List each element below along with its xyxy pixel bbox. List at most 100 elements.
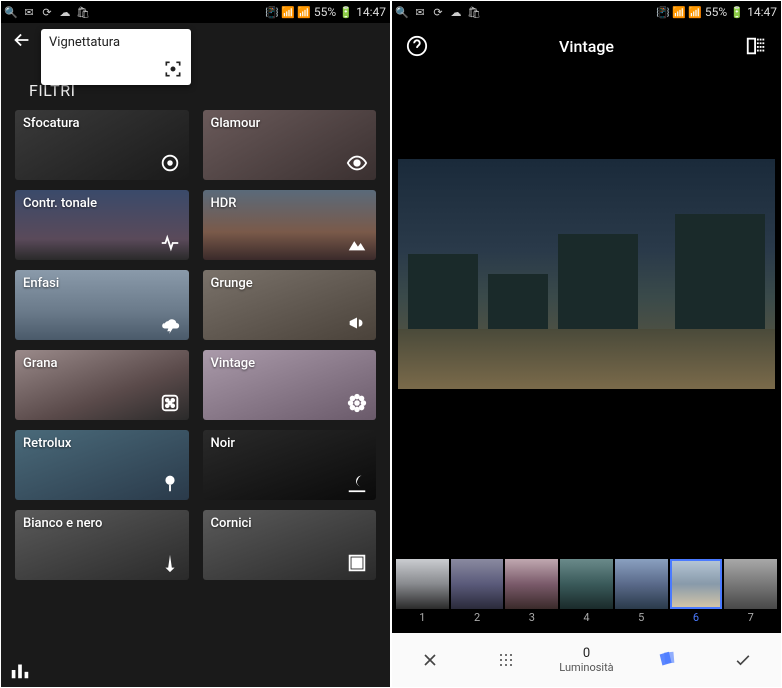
filter-tile-glamour[interactable]: Glamour (203, 110, 377, 180)
grid-button[interactable] (484, 638, 528, 682)
filter-label: Retrolux (23, 436, 181, 451)
focus-frame-icon (163, 59, 183, 79)
preset-swatch (615, 559, 668, 609)
filter-tile-cornici[interactable]: Cornici (203, 510, 377, 580)
help-button[interactable] (406, 35, 428, 57)
preset-number: 6 (693, 611, 699, 624)
adjust-label: Luminosità (559, 661, 613, 674)
battery-text: 55% (705, 5, 727, 19)
wifi-icon: 📶 (282, 6, 294, 18)
image-preview[interactable] (398, 159, 775, 389)
clock-text: 14:47 (747, 5, 777, 19)
battery-text: 55% (314, 5, 336, 19)
status-bar: 🔍 ✉ ⟳ ☁ 🛍 📳 📶 📶 55% 🔋 14:47 (1, 1, 390, 23)
preset-number: 1 (419, 611, 425, 624)
wifi-icon: 📶 (673, 6, 685, 18)
vignette-label: Vignettatura (49, 35, 183, 50)
filter-label: Contr. tonale (23, 196, 181, 211)
signal-icon: 📶 (689, 6, 701, 18)
filter-label: Bianco e nero (23, 516, 181, 531)
battery-icon: 🔋 (731, 6, 743, 18)
adjust-value: 0 (583, 646, 590, 661)
store-icon: 🛍 (77, 6, 89, 18)
preset-swatch (396, 559, 449, 609)
filter-tile-enfasi[interactable]: Enfasi (15, 270, 189, 340)
filter-tile-hdr[interactable]: HDR (203, 190, 377, 260)
flower-icon (346, 392, 368, 414)
styles-button[interactable] (645, 638, 689, 682)
mail-icon: ✉ (23, 6, 35, 18)
eye-icon (346, 152, 368, 174)
dice-icon (159, 392, 181, 414)
filter-title: Vintage (559, 37, 614, 56)
eiffel-icon (159, 552, 181, 574)
filter-tile-contr-tonale[interactable]: Contr. tonale (15, 190, 189, 260)
pulse-icon (159, 232, 181, 254)
adjust-value-display[interactable]: 0 Luminosità (559, 646, 613, 674)
filter-label: HDR (211, 196, 369, 211)
filter-tile-bianco-e-nero[interactable]: Bianco e nero (15, 510, 189, 580)
balloon-icon (159, 472, 181, 494)
battery-icon: 🔋 (340, 6, 352, 18)
filter-label: Sfocatura (23, 116, 181, 131)
cloud-icon: ☁ (59, 6, 71, 18)
preset-swatch (670, 559, 723, 609)
filter-tile-sfocatura[interactable]: Sfocatura (15, 110, 189, 180)
search-icon: 🔍 (396, 6, 408, 18)
preset-thumbnail-5[interactable]: 5 (615, 559, 668, 624)
cloud-bolt-icon (159, 312, 181, 334)
apply-button[interactable] (721, 638, 765, 682)
cancel-button[interactable] (408, 638, 452, 682)
store-icon: 🛍 (468, 6, 480, 18)
preset-swatch (724, 559, 777, 609)
filter-label: Enfasi (23, 276, 181, 291)
left-screen: 🔍 ✉ ⟳ ☁ 🛍 📳 📶 📶 55% 🔋 14:47 Vignettatura (0, 0, 391, 688)
preset-number: 3 (529, 611, 535, 624)
cloud-icon: ☁ (450, 6, 462, 18)
vibrate-icon: 📳 (657, 6, 669, 18)
filter-tile-retrolux[interactable]: Retrolux (15, 430, 189, 500)
back-button[interactable] (11, 29, 41, 51)
filter-tile-vintage[interactable]: Vintage (203, 350, 377, 420)
histogram-button[interactable] (9, 659, 31, 681)
editor-bottombar: 0 Luminosità (392, 633, 781, 687)
preset-thumbnail-2[interactable]: 2 (451, 559, 504, 624)
preset-swatch (505, 559, 558, 609)
status-bar: 🔍 ✉ ⟳ ☁ 🛍 📳 📶 📶 55% 🔋 14:47 (392, 1, 781, 23)
clock-text: 14:47 (356, 5, 386, 19)
frame-icon (346, 552, 368, 574)
filter-label: Grunge (211, 276, 369, 291)
filter-label: Grana (23, 356, 181, 371)
right-screen: 🔍 ✉ ⟳ ☁ 🛍 📳 📶 📶 55% 🔋 14:47 Vintage 1 2 3 4… (391, 0, 782, 688)
sync-icon: ⟳ (41, 6, 53, 18)
signal-icon: 📶 (298, 6, 310, 18)
preset-number: 2 (474, 611, 480, 624)
preset-thumbnail-1[interactable]: 1 (396, 559, 449, 624)
compare-button[interactable] (745, 35, 767, 57)
mountains-icon (346, 232, 368, 254)
megaphone-icon (346, 312, 368, 334)
filter-tile-grana[interactable]: Grana (15, 350, 189, 420)
filter-label: Vintage (211, 356, 369, 371)
preset-number: 7 (748, 611, 754, 624)
preset-thumbnail-7[interactable]: 7 (724, 559, 777, 624)
preset-thumbnail-3[interactable]: 3 (505, 559, 558, 624)
filter-label: Cornici (211, 516, 369, 531)
filters-grid: Sfocatura Glamour Contr. tonale HDR Enfasi Gr… (1, 110, 390, 580)
preset-thumbnail-6[interactable]: 6 (670, 559, 723, 624)
mail-icon: ✉ (414, 6, 426, 18)
preset-thumbnail-4[interactable]: 4 (560, 559, 613, 624)
preset-swatch (560, 559, 613, 609)
filter-tile-noir[interactable]: Noir (203, 430, 377, 500)
vignette-tool-card[interactable]: Vignettatura (41, 29, 191, 85)
filter-tile-grunge[interactable]: Grunge (203, 270, 377, 340)
filter-label: Glamour (211, 116, 369, 131)
sync-icon: ⟳ (432, 6, 444, 18)
editor-topbar: Vintage (392, 23, 781, 69)
preset-thumbnails: 1 2 3 4 5 6 7 (392, 559, 781, 633)
filter-label: Noir (211, 436, 369, 451)
search-icon: 🔍 (5, 6, 17, 18)
preset-number: 4 (583, 611, 589, 624)
target-icon (159, 152, 181, 174)
preset-swatch (451, 559, 504, 609)
